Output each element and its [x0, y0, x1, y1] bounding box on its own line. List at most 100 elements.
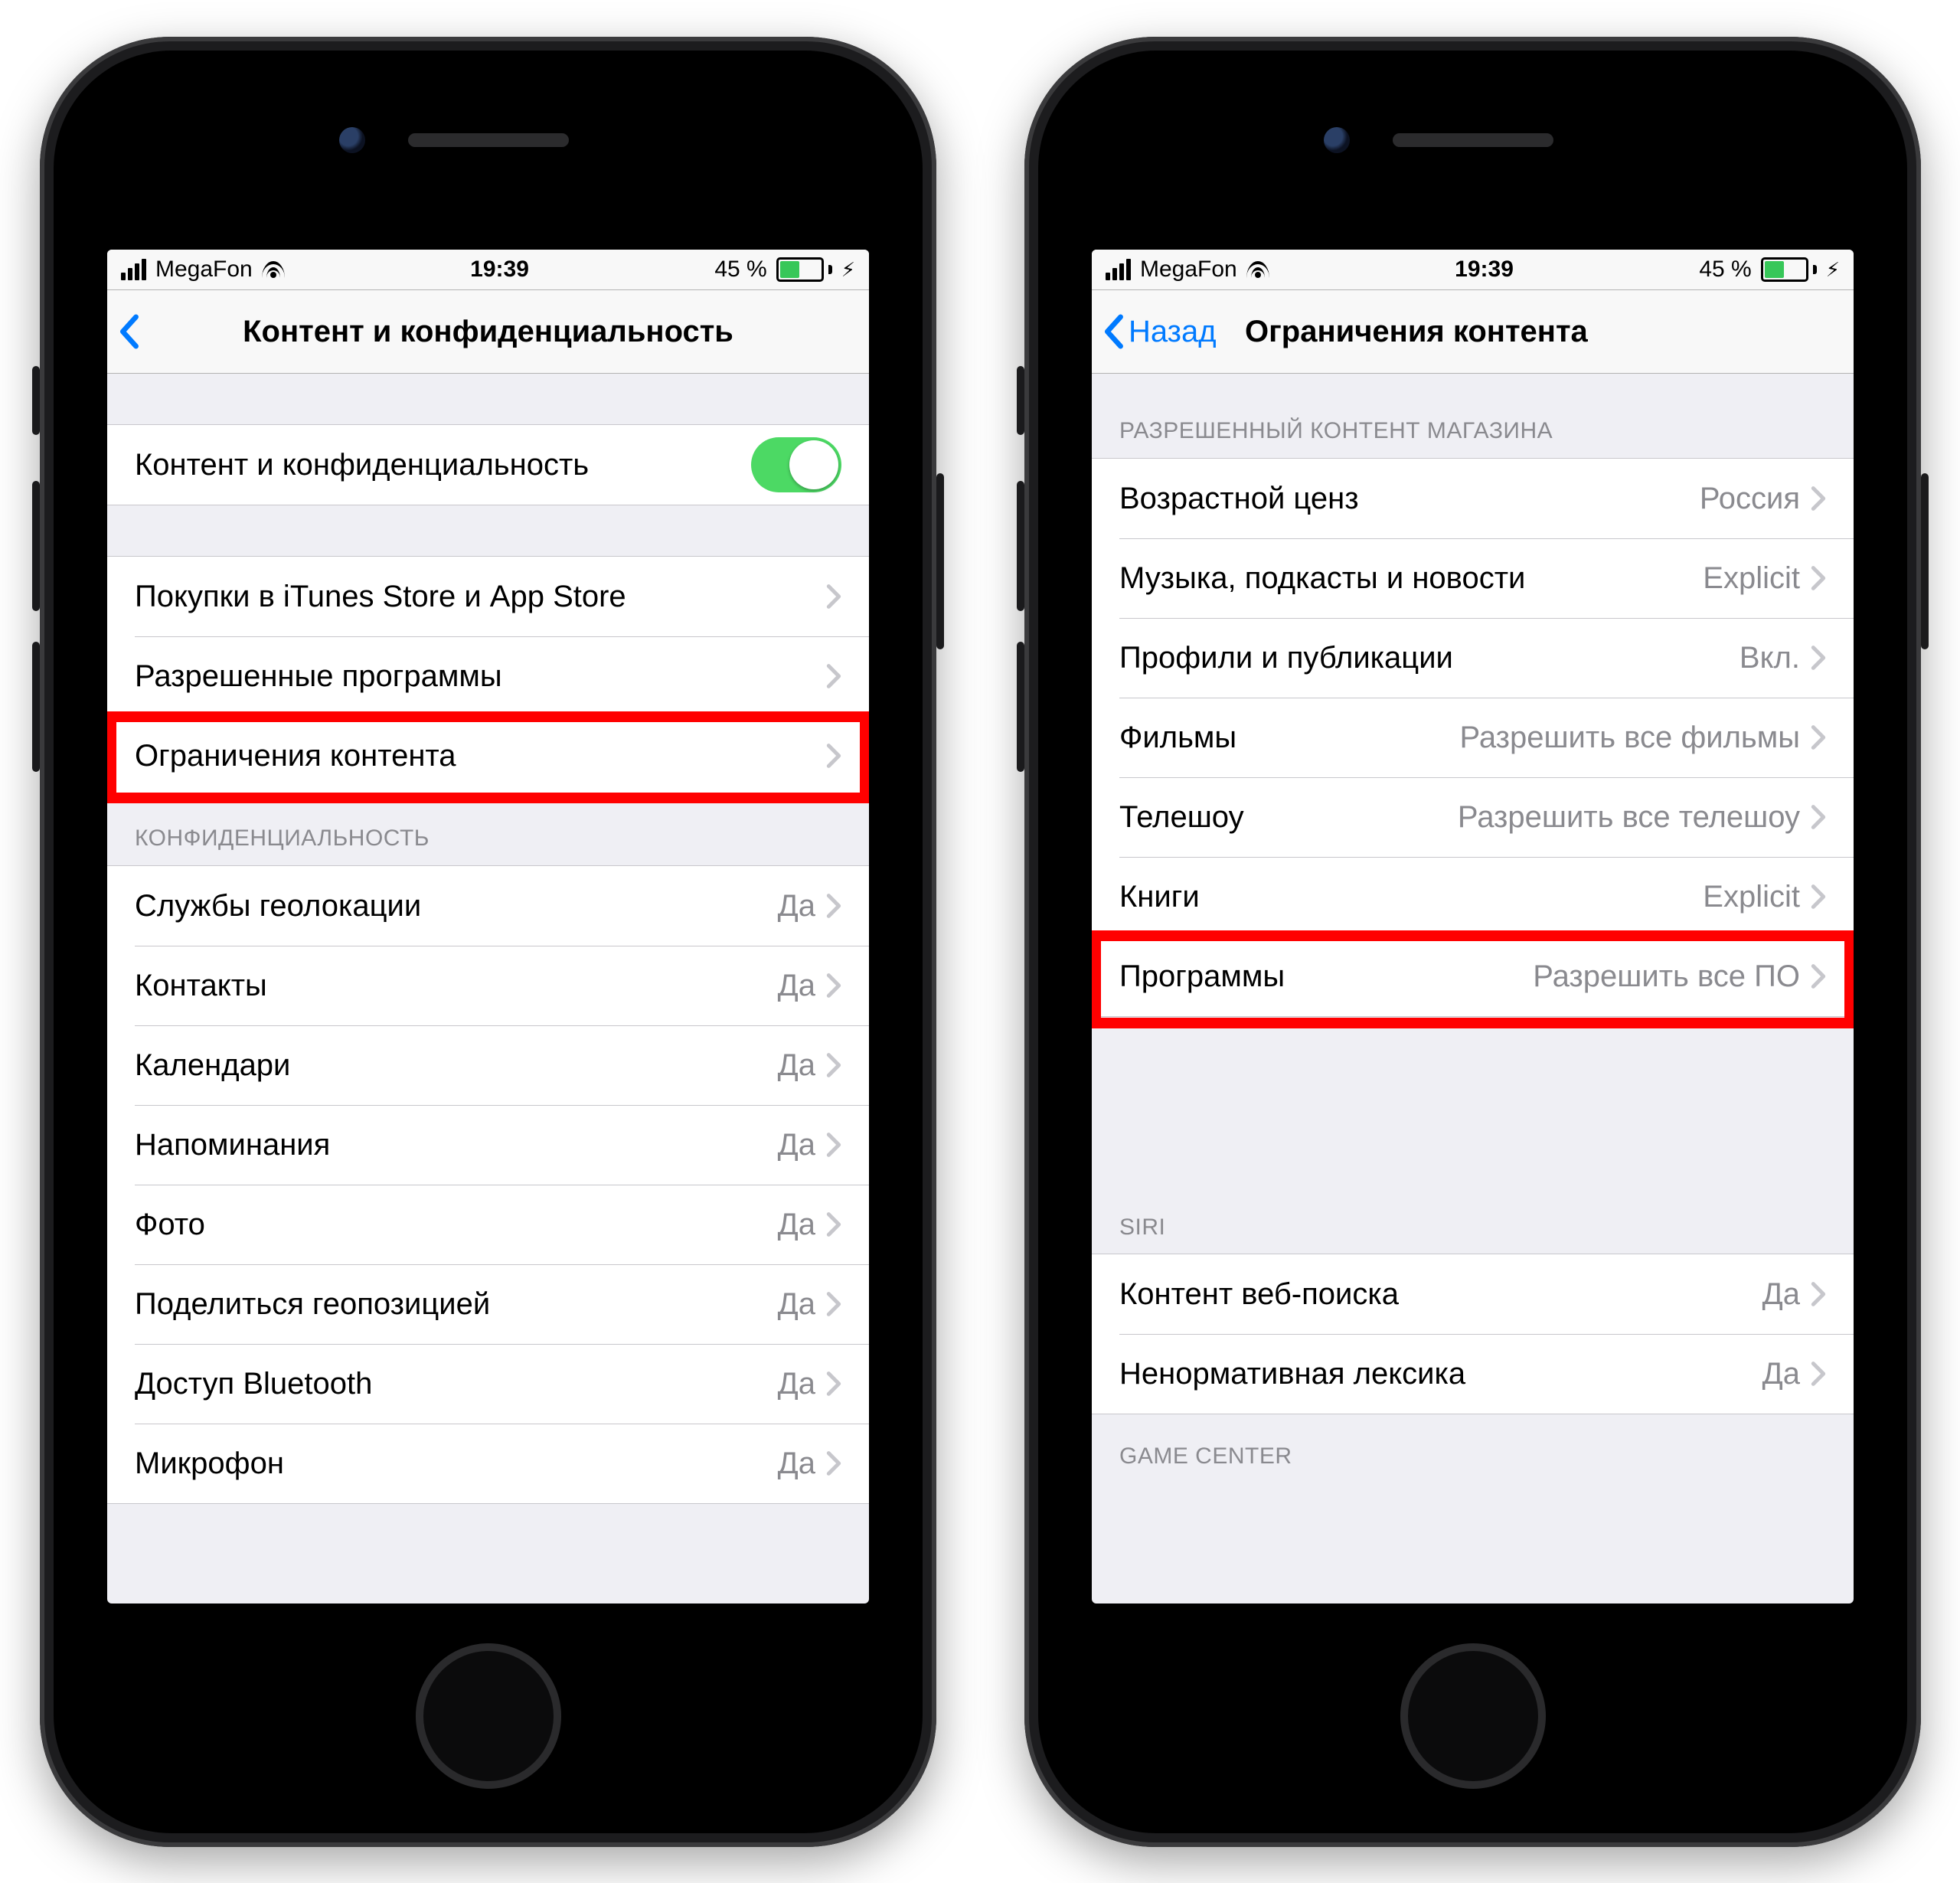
row-movies[interactable]: Фильмы Разрешить все фильмы: [1092, 698, 1854, 777]
row-age-rating[interactable]: Возрастной ценз Россия: [1092, 459, 1854, 538]
chevron-right-icon: [826, 584, 841, 610]
row-bluetooth[interactable]: Доступ Bluetooth Да: [107, 1344, 869, 1424]
row-music-podcasts-news[interactable]: Музыка, подкасты и новости Explicit: [1092, 538, 1854, 618]
row-location-services[interactable]: Службы геолокации Да: [107, 866, 869, 946]
home-button[interactable]: [416, 1643, 561, 1789]
row-apps[interactable]: Программы Разрешить все ПО: [1092, 937, 1854, 1016]
row-label: Ненормативная лексика: [1119, 1355, 1762, 1393]
row-tv-shows[interactable]: Телешоу Разрешить все телешоу: [1092, 777, 1854, 857]
row-content-restrictions[interactable]: Ограничения контента: [107, 716, 869, 796]
chevron-right-icon: [826, 743, 841, 769]
content-privacy-switch[interactable]: [751, 437, 841, 492]
status-time: 19:39: [470, 255, 529, 284]
row-value: Да: [1762, 1275, 1800, 1313]
siri-section: Контент веб-поиска Да Ненормативная лекс…: [1092, 1254, 1854, 1414]
row-value: Да: [778, 1126, 815, 1164]
screen-left: MegaFon 19:39 45 % ⚡︎ Контент и ко: [107, 250, 869, 1603]
chevron-right-icon: [826, 1052, 841, 1078]
row-label: Музыка, подкасты и новости: [1119, 559, 1703, 597]
charging-icon: ⚡︎: [841, 260, 855, 280]
row-label: Телешоу: [1119, 798, 1458, 836]
row-label: Книги: [1119, 878, 1703, 916]
chevron-right-icon: [1811, 1361, 1826, 1387]
front-camera-icon: [1324, 127, 1350, 153]
row-label: Контент веб-поиска: [1119, 1275, 1762, 1313]
row-value: Разрешить все ПО: [1533, 957, 1800, 995]
row-label: Ограничения контента: [135, 737, 826, 775]
row-value: Да: [778, 1205, 815, 1244]
signal-icon: [121, 259, 146, 280]
home-button[interactable]: [1400, 1643, 1546, 1789]
row-label: Фото: [135, 1205, 778, 1244]
main-section: Покупки в iTunes Store и App Store Разре…: [107, 556, 869, 796]
row-books[interactable]: Книги Explicit: [1092, 857, 1854, 937]
chevron-right-icon: [826, 973, 841, 999]
row-label: Микрофон: [135, 1444, 778, 1483]
siri-header: SIRI: [1092, 1185, 1854, 1254]
row-calendars[interactable]: Календари Да: [107, 1025, 869, 1105]
row-value: Explicit: [1703, 878, 1800, 916]
row-reminders[interactable]: Напоминания Да: [107, 1105, 869, 1185]
row-value: Explicit: [1703, 559, 1800, 597]
row-label: Профили и публикации: [1119, 639, 1740, 677]
store-header: РАЗРЕШЕННЫЙ КОНТЕНТ МАГАЗИНА: [1092, 374, 1854, 458]
chevron-right-icon: [826, 1371, 841, 1397]
speaker-icon: [408, 133, 569, 147]
charging-icon: ⚡︎: [1826, 260, 1840, 280]
row-value: Россия: [1700, 479, 1800, 518]
row-label: Календари: [135, 1046, 778, 1084]
privacy-header: КОНФИДЕНЦИАЛЬНОСТЬ: [107, 796, 869, 865]
row-microphone[interactable]: Микрофон Да: [107, 1424, 869, 1503]
battery-percent: 45 %: [714, 255, 766, 284]
row-label: Возрастной ценз: [1119, 479, 1700, 518]
status-time: 19:39: [1455, 255, 1514, 284]
battery-percent: 45 %: [1699, 255, 1751, 284]
chevron-right-icon: [826, 1450, 841, 1476]
row-allowed-apps[interactable]: Разрешенные программы: [107, 636, 869, 716]
back-label: Назад: [1129, 312, 1217, 351]
chevron-right-icon: [1811, 884, 1826, 910]
privacy-section: Службы геолокации Да Контакты Да Календа…: [107, 865, 869, 1504]
row-profiles-publications[interactable]: Профили и публикации Вкл.: [1092, 618, 1854, 698]
row-contacts[interactable]: Контакты Да: [107, 946, 869, 1025]
carrier-label: MegaFon: [1140, 255, 1237, 284]
front-camera-icon: [339, 127, 365, 153]
toggle-group: Контент и конфиденциальность: [107, 424, 869, 505]
chevron-right-icon: [826, 1291, 841, 1317]
row-label: Службы геолокации: [135, 887, 778, 925]
row-itunes-appstore-purchases[interactable]: Покупки в iTunes Store и App Store: [107, 557, 869, 636]
battery-icon: [1761, 257, 1817, 282]
row-web-search-content[interactable]: Контент веб-поиска Да: [1092, 1254, 1854, 1334]
chevron-right-icon: [826, 1132, 841, 1158]
nav-bar: Назад Ограничения контента: [1092, 290, 1854, 374]
chevron-right-icon: [1811, 645, 1826, 671]
content-privacy-toggle-row: Контент и конфиденциальность: [107, 425, 869, 505]
row-photos[interactable]: Фото Да: [107, 1185, 869, 1264]
phone-right: MegaFon 19:39 45 % ⚡︎ Назад: [1024, 37, 1921, 1847]
chevron-right-icon: [1811, 804, 1826, 830]
chevron-left-icon: [118, 314, 139, 349]
row-label: Разрешенные программы: [135, 657, 826, 695]
row-value: Да: [778, 1046, 815, 1084]
back-button[interactable]: [107, 314, 139, 349]
chevron-left-icon: [1102, 314, 1124, 349]
screen-right: MegaFon 19:39 45 % ⚡︎ Назад: [1092, 250, 1854, 1603]
store-section: Возрастной ценз Россия Музыка, подкасты …: [1092, 458, 1854, 1017]
game-center-header: GAME CENTER: [1092, 1414, 1854, 1483]
row-label: Доступ Bluetooth: [135, 1365, 778, 1403]
carrier-label: MegaFon: [155, 255, 253, 284]
chevron-right-icon: [826, 1211, 841, 1237]
row-share-location[interactable]: Поделиться геопозицией Да: [107, 1264, 869, 1344]
back-button[interactable]: Назад: [1092, 312, 1217, 351]
row-value: Вкл.: [1740, 639, 1800, 677]
status-bar: MegaFon 19:39 45 % ⚡︎: [107, 250, 869, 290]
row-value: Да: [1762, 1355, 1800, 1393]
speaker-icon: [1393, 133, 1553, 147]
nav-bar: Контент и конфиденциальность: [107, 290, 869, 374]
row-value: Да: [778, 1285, 815, 1323]
row-value: Да: [778, 1444, 815, 1483]
row-explicit-language[interactable]: Ненормативная лексика Да: [1092, 1334, 1854, 1414]
row-value: Да: [778, 1365, 815, 1403]
row-value: Да: [778, 887, 815, 925]
row-value: Разрешить все телешоу: [1458, 798, 1800, 836]
